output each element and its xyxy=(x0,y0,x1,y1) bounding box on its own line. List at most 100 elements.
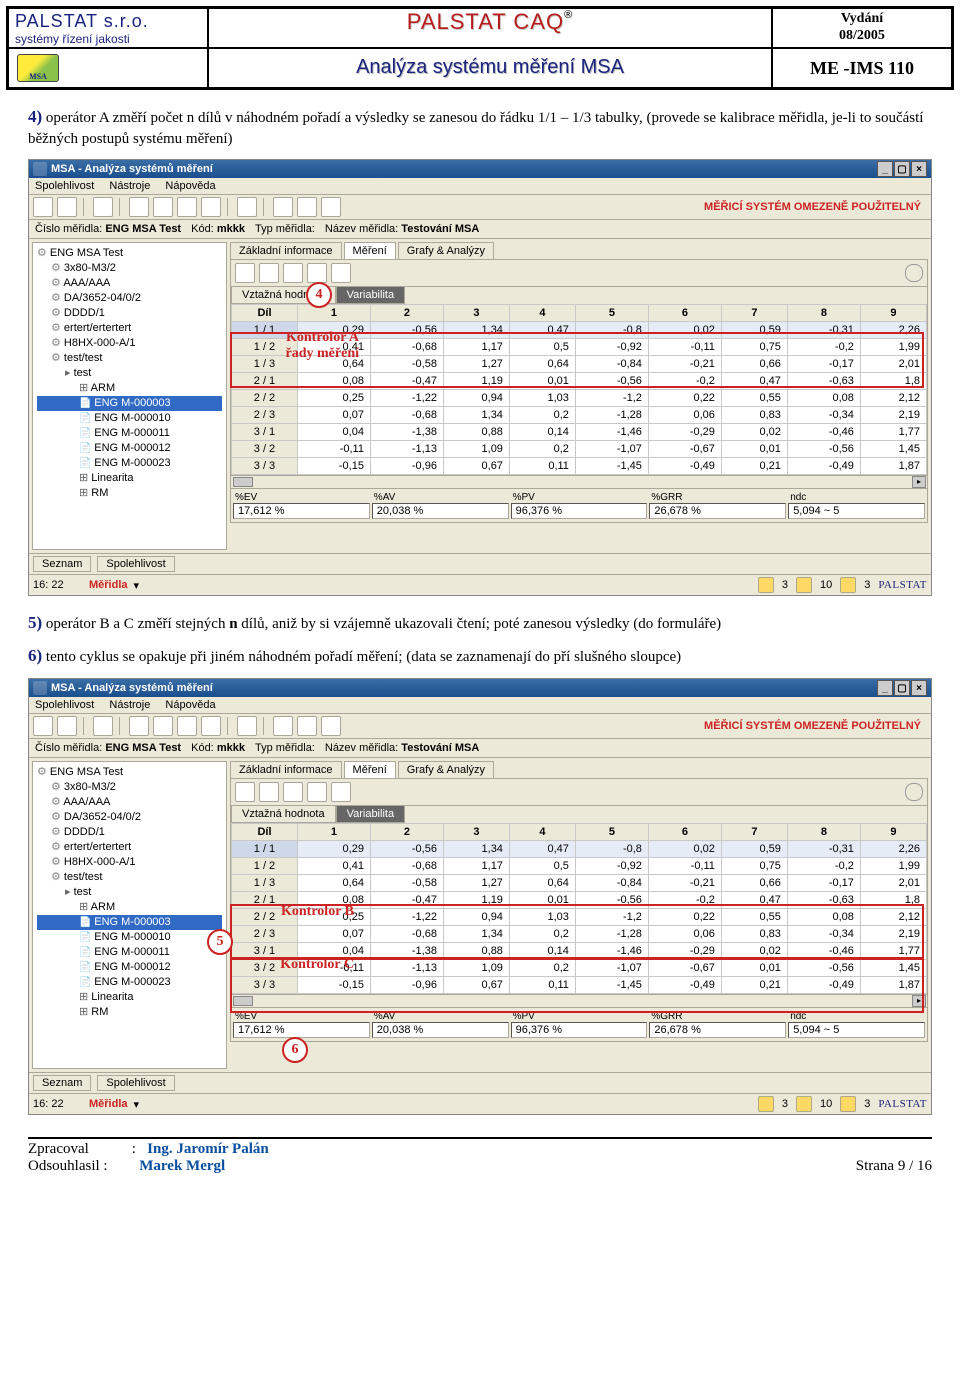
dil-cell[interactable]: 2 / 2 xyxy=(232,390,298,407)
data-cell[interactable]: 0,25 xyxy=(297,909,370,926)
subtab-ref-value[interactable]: Vztažná hodnota xyxy=(231,806,336,823)
data-cell[interactable]: 0,41 xyxy=(297,858,370,875)
tree-node[interactable]: ENG M-000010 xyxy=(37,930,222,945)
data-cell[interactable]: 0,59 xyxy=(721,322,787,339)
data-cell[interactable]: 0,22 xyxy=(648,390,721,407)
subtab-variability[interactable]: Variabilita xyxy=(336,287,406,304)
data-cell[interactable]: 0,41 xyxy=(297,339,370,356)
tree-node[interactable]: test/test xyxy=(37,351,222,366)
data-cell[interactable]: 1,99 xyxy=(860,858,926,875)
dil-cell[interactable]: 3 / 2 xyxy=(232,441,298,458)
toolbar-button[interactable] xyxy=(235,263,255,283)
data-cell[interactable]: 0,11 xyxy=(509,458,575,475)
toolbar-button[interactable] xyxy=(307,782,327,802)
tab-measurement[interactable]: Měření xyxy=(344,242,396,259)
menu-item[interactable]: Nástroje xyxy=(109,699,150,711)
data-cell[interactable]: -1,28 xyxy=(575,407,648,424)
status-meridla[interactable]: Měřidla xyxy=(89,579,128,591)
data-cell[interactable]: -0,58 xyxy=(370,875,443,892)
data-cell[interactable]: 0,47 xyxy=(509,322,575,339)
data-cell[interactable]: 0,55 xyxy=(721,909,787,926)
toolbar-button[interactable] xyxy=(57,716,77,736)
table-row[interactable]: 1 / 30,64-0,581,270,64-0,84-0,210,66-0,1… xyxy=(232,356,927,373)
tree-node[interactable]: ENG MSA Test xyxy=(37,765,222,780)
data-cell[interactable]: -0,46 xyxy=(787,424,860,441)
data-cell[interactable]: 2,19 xyxy=(860,407,926,424)
data-cell[interactable]: 0,14 xyxy=(509,943,575,960)
menu-item[interactable]: Spolehlivost xyxy=(35,699,94,711)
data-cell[interactable]: -0,96 xyxy=(370,458,443,475)
zoom-icon[interactable] xyxy=(905,783,923,801)
data-cell[interactable]: 0,08 xyxy=(787,390,860,407)
data-cell[interactable]: -1,45 xyxy=(575,458,648,475)
menu-bar[interactable]: Spolehlivost Nástroje Nápověda xyxy=(29,178,931,195)
data-cell[interactable]: -1,22 xyxy=(370,390,443,407)
data-cell[interactable]: 0,55 xyxy=(721,390,787,407)
window-titlebar[interactable]: MSA - Analýza systémů měření _ ▢ × xyxy=(29,679,931,697)
dropdown-arrow-icon[interactable]: ▾ xyxy=(134,579,140,592)
data-cell[interactable]: 0,83 xyxy=(721,926,787,943)
data-cell[interactable]: 0,08 xyxy=(297,892,370,909)
table-row[interactable]: 3 / 10,04-1,380,880,14-1,46-0,290,02-0,4… xyxy=(232,943,927,960)
toolbar-button[interactable] xyxy=(33,197,53,217)
maximize-button[interactable]: ▢ xyxy=(894,680,910,696)
toolbar-button[interactable] xyxy=(153,197,173,217)
data-cell[interactable]: 1,87 xyxy=(860,458,926,475)
subtab-variability[interactable]: Variabilita xyxy=(336,806,406,823)
scroll-arrow-right[interactable]: ▸ xyxy=(912,995,926,1007)
data-cell[interactable]: 0,66 xyxy=(721,356,787,373)
data-cell[interactable]: 0,94 xyxy=(443,390,509,407)
data-cell[interactable]: -0,92 xyxy=(575,339,648,356)
toolbar-button[interactable] xyxy=(237,197,257,217)
data-cell[interactable]: 0,5 xyxy=(509,339,575,356)
data-cell[interactable]: 0,47 xyxy=(509,841,575,858)
toolbar-button[interactable] xyxy=(331,782,351,802)
zoom-icon[interactable] xyxy=(905,264,923,282)
scroll-thumb[interactable] xyxy=(233,996,253,1006)
tree-node[interactable]: ENG M-000003 xyxy=(37,915,222,930)
dil-cell[interactable]: 2 / 3 xyxy=(232,407,298,424)
data-grid[interactable]: Díl1234567891 / 10,29-0,561,340,47-0,80,… xyxy=(230,304,928,476)
data-cell[interactable]: 0,83 xyxy=(721,407,787,424)
data-cell[interactable]: -0,34 xyxy=(787,407,860,424)
data-cell[interactable]: 1,17 xyxy=(443,858,509,875)
data-cell[interactable]: 2,12 xyxy=(860,909,926,926)
table-row[interactable]: 3 / 3-0,15-0,960,670,11-1,45-0,490,21-0,… xyxy=(232,977,927,994)
scroll-arrow-right[interactable]: ▸ xyxy=(912,476,926,488)
toolbar-button[interactable] xyxy=(259,263,279,283)
tree-node[interactable]: ENG M-000012 xyxy=(37,960,222,975)
data-cell[interactable]: 0,01 xyxy=(721,441,787,458)
tree-node[interactable]: ENG M-000010 xyxy=(37,411,222,426)
data-cell[interactable]: 1,27 xyxy=(443,356,509,373)
menu-item[interactable]: Nápověda xyxy=(165,699,215,711)
data-cell[interactable]: 2,01 xyxy=(860,356,926,373)
data-grid[interactable]: Díl1234567891 / 10,29-0,561,340,47-0,80,… xyxy=(230,823,928,995)
data-cell[interactable]: -1,13 xyxy=(370,960,443,977)
data-cell[interactable]: 1,34 xyxy=(443,926,509,943)
data-cell[interactable]: 0,47 xyxy=(721,892,787,909)
menu-bar[interactable]: Spolehlivost Nástroje Nápověda xyxy=(29,697,931,714)
data-cell[interactable]: -1,2 xyxy=(575,909,648,926)
data-cell[interactable]: -0,21 xyxy=(648,875,721,892)
data-cell[interactable]: -0,15 xyxy=(297,458,370,475)
toolbar-button[interactable] xyxy=(331,263,351,283)
toolbar-button[interactable] xyxy=(273,197,293,217)
data-cell[interactable]: -0,56 xyxy=(787,960,860,977)
data-cell[interactable]: 0,64 xyxy=(297,356,370,373)
toolbar-button[interactable] xyxy=(283,263,303,283)
data-cell[interactable]: 0,01 xyxy=(509,373,575,390)
dil-cell[interactable]: 3 / 3 xyxy=(232,458,298,475)
data-cell[interactable]: -1,22 xyxy=(370,909,443,926)
dil-cell[interactable]: 3 / 3 xyxy=(232,977,298,994)
data-cell[interactable]: -1,45 xyxy=(575,977,648,994)
tree-node[interactable]: ertert/ertertert xyxy=(37,321,222,336)
data-cell[interactable]: -0,46 xyxy=(787,943,860,960)
data-cell[interactable]: 0,22 xyxy=(648,909,721,926)
tab-basic-info[interactable]: Základní informace xyxy=(230,242,342,259)
data-cell[interactable]: -0,8 xyxy=(575,841,648,858)
data-cell[interactable]: -0,56 xyxy=(370,841,443,858)
data-cell[interactable]: -0,68 xyxy=(370,407,443,424)
data-cell[interactable]: -0,68 xyxy=(370,339,443,356)
horizontal-scrollbar[interactable]: ▸ xyxy=(230,476,928,489)
table-row[interactable]: 3 / 3-0,15-0,960,670,11-1,45-0,490,21-0,… xyxy=(232,458,927,475)
